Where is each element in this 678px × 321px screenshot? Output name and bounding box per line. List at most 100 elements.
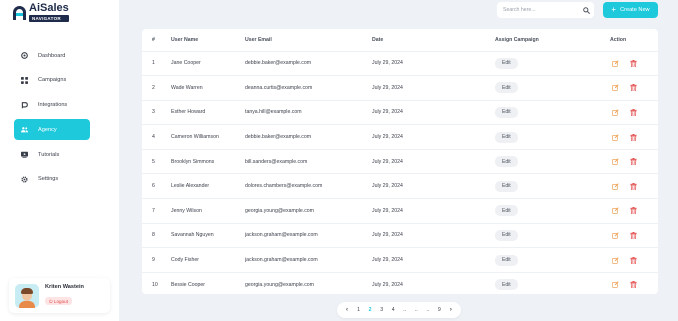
edit-icon[interactable] — [612, 84, 619, 92]
edit-icon[interactable] — [612, 232, 619, 239]
page-button[interactable]: 3 — [378, 307, 386, 313]
page-button-current[interactable]: 2 — [366, 307, 374, 313]
edit-icon[interactable] — [612, 256, 619, 264]
app-logo[interactable]: AiSales NAVIGATOR — [13, 3, 69, 22]
table-row: 4 Cameron Williamson debbie.baker@example.… — [142, 124, 658, 150]
cell-user-name: Savannah Nguyen — [171, 222, 245, 248]
cell-date: July 29, 2024 — [372, 148, 495, 174]
trash-icon[interactable] — [630, 281, 637, 289]
table-row: 2 Wade Warren deanna.curtis@example.com Jul… — [142, 75, 658, 101]
sidebar-nav: Dashboard Campaigns Integrations Agency … — [14, 45, 90, 194]
cell-user-email: jackson.graham@example.com — [245, 222, 372, 248]
edit-icon[interactable] — [612, 133, 619, 141]
logout-label: Logout — [53, 298, 68, 304]
agency-table-card: # User Name User Email Date Assign Campa… — [142, 29, 658, 297]
assign-edit-button[interactable]: Edit — [495, 106, 518, 118]
pagination: ‹ 1 2 3 4 .. .. .. 9 › — [337, 302, 461, 318]
page-button[interactable]: 9 — [435, 307, 443, 313]
assign-edit-button[interactable]: Edit — [495, 82, 518, 94]
search-icon[interactable] — [578, 6, 594, 14]
sidebar-item-label: Settings — [38, 176, 59, 183]
trash-icon[interactable] — [630, 133, 637, 141]
cell-date: July 29, 2024 — [372, 50, 495, 76]
sidebar-item-label: Dashboard — [38, 52, 66, 59]
assign-edit-button[interactable]: Edit — [495, 229, 518, 241]
page-button[interactable]: 1 — [355, 307, 363, 313]
cell-user-email: jackson.graham@example.com — [245, 247, 372, 273]
cell-user-email: debbie.baker@example.com — [245, 50, 372, 76]
cell-user-email: dolores.chambers@example.com — [245, 173, 372, 199]
edit-icon[interactable] — [612, 60, 619, 67]
cell-assign: Edit — [495, 198, 610, 224]
cell-actions — [610, 173, 658, 199]
trash-icon[interactable] — [630, 108, 637, 116]
next-page-button[interactable]: › — [447, 307, 455, 313]
cell-user-name: Esther Howard — [171, 99, 245, 125]
cell-user-name: Leslie Alexander — [171, 173, 245, 199]
trash-icon[interactable] — [630, 158, 637, 166]
sidebar-item-label: Agency — [38, 126, 57, 133]
cell-date: July 29, 2024 — [372, 198, 495, 224]
sidebar: AiSales NAVIGATOR Dashboard Campaigns In… — [0, 0, 119, 321]
cell-actions — [610, 222, 658, 248]
assign-edit-button[interactable]: Edit — [495, 279, 518, 291]
edit-icon[interactable] — [612, 281, 619, 289]
edit-icon[interactable] — [612, 109, 619, 116]
trash-icon[interactable] — [630, 182, 637, 190]
cell-actions — [610, 247, 658, 273]
assign-edit-button[interactable]: Edit — [495, 180, 518, 192]
col-header-date: Date — [372, 36, 384, 43]
sidebar-item-campaigns[interactable]: Campaigns — [14, 70, 90, 91]
cell-actions — [610, 75, 658, 101]
cell-num: 4 — [142, 124, 171, 150]
cell-date: July 29, 2024 — [372, 124, 495, 150]
sidebar-item-dashboard[interactable]: Dashboard — [14, 45, 90, 66]
table-row: 9 Cody Fisher jackson.graham@example.com Ju… — [142, 247, 658, 273]
cell-user-name: Jane Cooper — [171, 50, 245, 76]
sidebar-item-settings[interactable]: Settings — [14, 169, 90, 190]
cell-date: July 29, 2024 — [372, 222, 495, 248]
cell-user-email: bill.sanders@example.com — [245, 148, 372, 174]
trash-icon[interactable] — [630, 59, 637, 67]
page-button[interactable]: 4 — [389, 307, 397, 313]
sidebar-item-agency[interactable]: Agency — [14, 119, 90, 141]
cell-num: 2 — [142, 75, 171, 101]
search-input[interactable]: Search here... — [503, 7, 578, 13]
cell-user-name: Bessie Cooper — [171, 271, 245, 297]
assign-edit-button[interactable]: Edit — [495, 156, 518, 168]
edit-icon[interactable] — [612, 207, 619, 215]
edit-icon[interactable] — [612, 183, 619, 190]
assign-edit-button[interactable]: Edit — [495, 131, 518, 143]
table-row: 7 Jenny Wilson georgia.young@example.com Ju… — [142, 198, 658, 224]
sidebar-item-integrations[interactable]: Integrations — [14, 95, 90, 116]
app-name: AiSales — [29, 2, 69, 14]
cell-user-email: debbie.baker@example.com — [245, 124, 372, 150]
search-box[interactable]: Search here... — [497, 2, 594, 18]
cell-user-email: deanna.curtis@example.com — [245, 75, 372, 101]
table-row: 1 Jane Cooper debbie.baker@example.com July… — [142, 50, 658, 76]
trash-icon[interactable] — [630, 256, 637, 264]
logout-button[interactable]: ⏻ Logout — [45, 297, 72, 305]
trash-icon[interactable] — [630, 84, 637, 92]
cell-num: 3 — [142, 99, 171, 125]
cell-user-name: Wade Warren — [171, 75, 245, 101]
trash-icon[interactable] — [630, 231, 637, 239]
cell-assign: Edit — [495, 173, 610, 199]
trash-icon[interactable] — [630, 207, 637, 215]
logo-mark-icon — [13, 5, 26, 20]
assign-edit-button[interactable]: Edit — [495, 254, 518, 266]
assign-edit-button[interactable]: Edit — [495, 57, 518, 69]
edit-icon[interactable] — [612, 158, 619, 166]
col-header-name: User Name — [171, 36, 199, 43]
cell-assign: Edit — [495, 50, 610, 76]
assign-edit-button[interactable]: Edit — [495, 205, 518, 217]
create-new-button[interactable]: + Create New — [603, 2, 658, 18]
cell-num: 7 — [142, 198, 171, 224]
cell-assign: Edit — [495, 124, 610, 150]
page-ellipsis: .. — [403, 307, 407, 313]
prev-page-button[interactable]: ‹ — [343, 307, 351, 313]
cell-date: July 29, 2024 — [372, 271, 495, 297]
cell-num: 10 — [142, 271, 171, 297]
sidebar-item-tutorials[interactable]: Tutorials — [14, 144, 90, 165]
power-icon: ⏻ — [49, 298, 53, 304]
